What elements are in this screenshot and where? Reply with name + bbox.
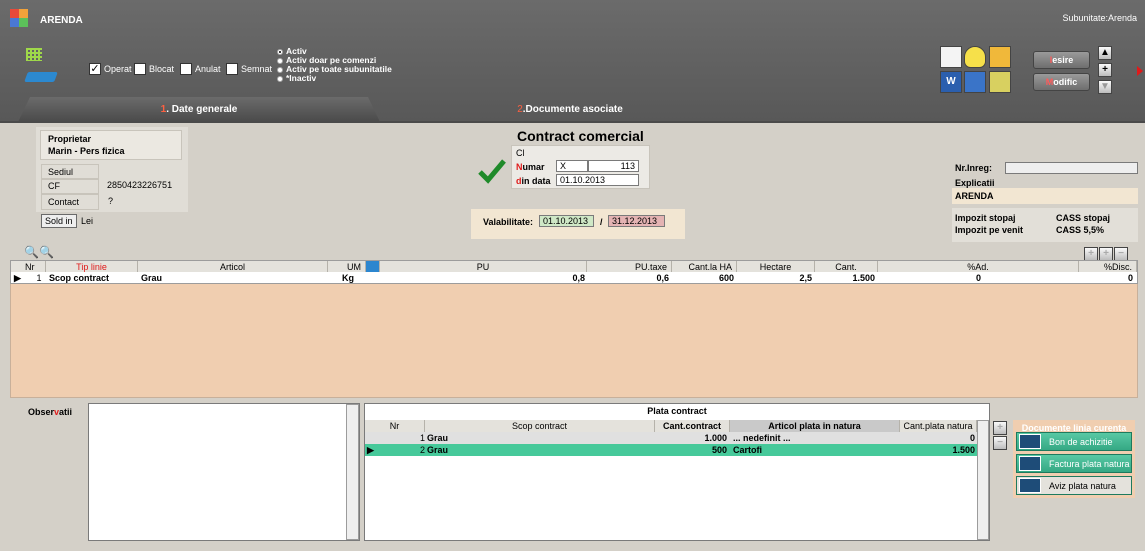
settings-icon[interactable] (989, 71, 1011, 93)
document-arrow-icon (1019, 434, 1041, 449)
plata-row-cant: 1.000 (704, 433, 727, 443)
document-arrow-icon (1019, 456, 1041, 471)
contact-label: Contact (41, 194, 99, 210)
plata-row-cant-natura: 0 (969, 433, 975, 443)
cass-percent-label: CASS 5,5% (1056, 225, 1105, 235)
date-input[interactable]: 01.10.2013 (556, 174, 639, 186)
row-pu-taxe: 0,6 (656, 273, 669, 283)
numar-label: Numar (516, 162, 545, 172)
row-articol: Grau (141, 273, 163, 283)
contract-type: Cl (516, 148, 525, 158)
checkbox-operat[interactable]: ✓ Operat (89, 63, 132, 75)
tab-divider (0, 121, 1145, 123)
row-hectare: 2,5 (799, 273, 812, 283)
printer-icon[interactable] (964, 71, 986, 93)
row-cant: 1.500 (852, 273, 875, 283)
iesire-button[interactable]: Iesire (1033, 51, 1090, 69)
contract-title: Contract comercial (517, 128, 644, 144)
bon-achizitie-button[interactable]: Bon de achizitie (1016, 432, 1132, 451)
book-icon[interactable] (24, 72, 58, 82)
check-icon: ✓ (89, 63, 101, 75)
cf-value: 2850423226751 (107, 180, 173, 190)
cf-label: CF (41, 178, 99, 194)
factura-plata-button[interactable]: Factura plata natura (1016, 454, 1132, 473)
sold-in-button[interactable]: Sold in (41, 214, 77, 228)
currency-label: Lei (81, 216, 94, 226)
date-label: din data (516, 176, 551, 186)
radio-inactiv[interactable]: *Inactiv (277, 74, 392, 83)
plata-title: Plata contract (647, 406, 707, 416)
number-input[interactable]: 113 (588, 160, 639, 172)
grid-icon[interactable] (26, 48, 42, 61)
plata-col-nr[interactable]: Nr (365, 420, 425, 432)
plata-row-nr: 1 (419, 433, 425, 443)
checkbox-anulat[interactable]: Anulat (180, 63, 221, 75)
modific-button[interactable]: Modific (1033, 73, 1090, 91)
plata-row-scop: Grau (427, 433, 449, 443)
checkbox-blocat[interactable]: Blocat (134, 63, 174, 75)
validity-separator: / (600, 217, 603, 227)
plata-row-cant: 500 (711, 445, 727, 455)
row-disc: 0 (1127, 273, 1133, 283)
plata-add-icon[interactable]: + (993, 421, 1007, 435)
impozit-stopaj-label: Impozit stopaj (955, 213, 1016, 223)
scroll-up-button[interactable]: ▲ (1098, 46, 1112, 60)
observatii-label: Observatii (28, 407, 73, 417)
status-radio-group: Activ Activ doar pe comenzi Activ pe toa… (277, 47, 392, 83)
arrow-right-icon[interactable] (1137, 66, 1143, 76)
owner-name: Marin - Pers fizica (48, 146, 125, 156)
validity-to-input[interactable]: 31.12.2013 (608, 215, 665, 227)
nr-inreg-label: Nr.Inreg: (955, 163, 993, 173)
window-title: ARENDA (40, 15, 83, 26)
plata-col-scop[interactable]: Scop contract (425, 420, 655, 432)
cass-stopaj-label: CASS stopaj (1056, 213, 1111, 223)
checkmark-icon (478, 159, 506, 184)
contact-value: ? (108, 196, 114, 206)
tab-date-generale[interactable]: 1. Date generale (18, 97, 380, 122)
owner-title: Proprietar (48, 134, 92, 144)
explicatii-label: Explicatii (955, 178, 995, 188)
grid-delete-icon[interactable]: − (1114, 247, 1128, 261)
subunit-label: Subunitate:Arenda (1062, 13, 1137, 23)
row-nr: 1 (36, 273, 42, 283)
explicatii-input[interactable]: ARENDA (952, 188, 1138, 204)
plata-row-scop: Grau (427, 445, 449, 455)
folder-icon[interactable] (989, 46, 1011, 68)
grid-empty-area (10, 284, 1138, 398)
lightbulb-icon[interactable] (964, 46, 986, 68)
tab-documente-asociate[interactable]: 2.Documente asociate (380, 97, 760, 122)
checkbox-semnat[interactable]: Semnat (226, 63, 272, 75)
grid-copy-icon[interactable]: + (1099, 247, 1113, 261)
plata-col-cant-natura[interactable]: Cant.plata natura (900, 420, 977, 432)
row-cant-ha: 600 (718, 273, 734, 283)
plata-row-nr: 2 (419, 445, 425, 455)
document-arrow-icon (1019, 478, 1041, 493)
plata-col-cant[interactable]: Cant.contract (655, 420, 730, 432)
plata-scrollbar[interactable] (977, 420, 989, 540)
plata-row-articol: Cartofi (733, 445, 762, 455)
validity-label: Valabilitate: (483, 217, 534, 227)
word-icon[interactable]: W (940, 71, 962, 93)
plata-row-articol: ... nedefinit ... (733, 433, 791, 443)
row-ad: 0 (975, 273, 981, 283)
add-button[interactable]: + (1098, 63, 1112, 77)
zoom-icons[interactable]: 🔍🔍 (24, 245, 54, 259)
nr-inreg-input[interactable] (1005, 162, 1138, 174)
plata-col-articol[interactable]: Articol plata in natura (730, 420, 900, 432)
row-tip: Scop contract (49, 273, 110, 283)
app-logo-icon (10, 9, 28, 27)
row-pu: 0,8 (572, 273, 585, 283)
document-icon[interactable] (940, 46, 962, 68)
plata-remove-icon[interactable]: − (993, 436, 1007, 450)
grid-add-icon[interactable]: + (1084, 247, 1098, 261)
aviz-plata-button[interactable]: Aviz plata natura (1016, 476, 1132, 495)
scroll-down-button[interactable]: ▼ (1098, 80, 1112, 94)
observatii-textarea[interactable] (88, 403, 360, 541)
impozit-venit-label: Impozit pe venit (955, 225, 1024, 235)
series-input[interactable]: X (556, 160, 588, 172)
observatii-scrollbar[interactable] (346, 404, 359, 540)
validity-from-input[interactable]: 01.10.2013 (539, 215, 594, 227)
plata-row-cant-natura: 1.500 (952, 445, 975, 455)
row-um: Kg (342, 273, 354, 283)
